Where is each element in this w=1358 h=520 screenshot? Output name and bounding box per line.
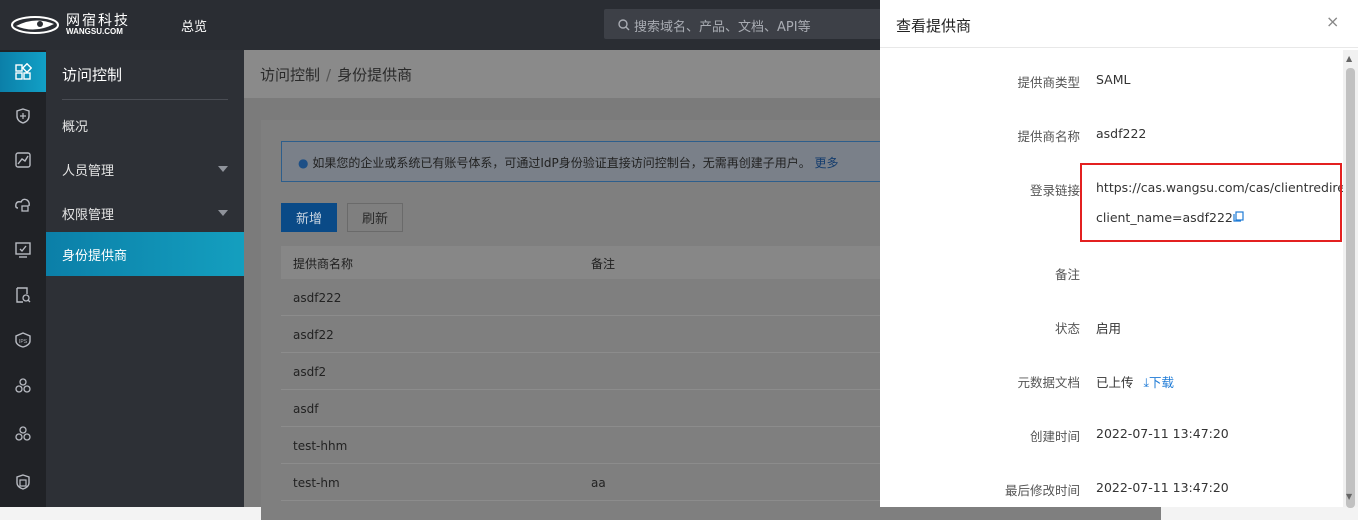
sidebar-title: 访问控制: [62, 66, 123, 84]
created-time-value: 2022-07-11 13:47:20: [1096, 426, 1229, 441]
scroll-up-icon[interactable]: ▲: [1346, 54, 1352, 63]
metadata-value: 已上传 ⤓下载: [1096, 372, 1174, 391]
metadata-label: 元数据文档: [1017, 375, 1080, 390]
search-icon: [618, 19, 630, 35]
logo-text-en: WANGSU.COM: [66, 27, 123, 36]
cell-name: asdf: [293, 402, 319, 416]
rail-chart-icon[interactable]: [0, 140, 46, 180]
sidebar-item-overview[interactable]: 概况: [46, 103, 244, 147]
cell-name: test-hm: [293, 476, 340, 490]
login-link-label: 登录链接: [1029, 183, 1080, 198]
cell-name: test-hhm: [293, 439, 348, 453]
table-row[interactable]: asdf22: [281, 316, 901, 353]
scrollbar-thumb[interactable]: [1346, 68, 1355, 508]
modified-time-value: 2022-07-11 13:47:20: [1096, 480, 1229, 495]
column-header-name: 提供商名称: [293, 257, 354, 271]
provider-type-label: 提供商类型: [1017, 75, 1080, 90]
download-label: 下载: [1149, 375, 1175, 390]
refresh-button[interactable]: 刷新: [347, 203, 403, 232]
download-link[interactable]: ⤓下载: [1144, 375, 1175, 390]
cell-name: asdf22: [293, 328, 334, 342]
sidebar-divider: [62, 99, 228, 100]
info-icon: ●: [298, 156, 309, 170]
sidebar-item-user-management[interactable]: 人员管理: [46, 147, 244, 191]
breadcrumb-parent[interactable]: 访问控制: [260, 66, 320, 84]
status-value: 启用: [1096, 321, 1122, 336]
cell-name: asdf2: [293, 365, 327, 379]
logo[interactable]: 网宿科技 WANGSU.COM: [10, 10, 150, 40]
column-header-remark: 备注: [591, 257, 616, 271]
rail-cluster-alt-icon[interactable]: [0, 414, 46, 454]
icon-rail: IPS: [0, 50, 46, 507]
provider-name-value: asdf222: [1096, 126, 1147, 141]
breadcrumb-separator: /: [326, 66, 332, 84]
highlight-box: [1080, 163, 1342, 242]
notice-text: 如果您的企业或系统已有账号体系，可通过IdP身份验证直接访问控制台，无需再创建子…: [312, 156, 811, 170]
table-row[interactable]: asdf222: [281, 279, 901, 316]
sidebar-item-identity-provider[interactable]: 身份提供商: [46, 232, 244, 276]
sidebar-item-label: 权限管理: [62, 208, 115, 223]
rail-report-search-icon[interactable]: [0, 275, 46, 315]
sidebar-item-label: 身份提供商: [62, 249, 128, 264]
modified-time-label: 最后修改时间: [1004, 483, 1080, 498]
provider-type-value: SAML: [1096, 72, 1131, 87]
drawer-header: 查看提供商 ×: [880, 0, 1358, 48]
table-row[interactable]: asdf2: [281, 353, 901, 390]
rail-shield-icon[interactable]: [0, 96, 46, 136]
scroll-down-icon[interactable]: ▼: [1346, 492, 1352, 501]
rail-cluster-icon[interactable]: [0, 366, 46, 406]
nav-overview-link[interactable]: 总览: [181, 16, 207, 35]
sidebar-item-label: 概况: [62, 120, 89, 135]
metadata-status: 已上传: [1096, 375, 1134, 390]
sidebar-item-permission-management[interactable]: 权限管理: [46, 191, 244, 235]
rail-badge-icon[interactable]: IPS: [0, 320, 46, 360]
search-input[interactable]: 搜索域名、产品、文档、API等: [604, 9, 904, 39]
notice-more-link[interactable]: 更多: [815, 156, 839, 170]
caret-down-icon: [218, 166, 228, 172]
caret-down-icon: [218, 210, 228, 216]
remark-label: 备注: [1054, 267, 1080, 282]
close-icon[interactable]: ×: [1326, 12, 1339, 31]
cell-name: asdf222: [293, 291, 342, 305]
breadcrumb-current: 身份提供商: [337, 66, 413, 84]
cell-remark: aa: [591, 476, 606, 490]
table-row[interactable]: asdf: [281, 390, 901, 427]
rail-monitor-check-icon[interactable]: [0, 230, 46, 270]
table-row[interactable]: test-hm aa: [281, 464, 901, 501]
rail-cloud-lock-icon[interactable]: [0, 185, 46, 225]
new-button[interactable]: 新增: [281, 203, 337, 232]
table-row[interactable]: test-hhm: [281, 427, 901, 464]
table-header: 提供商名称 备注: [281, 246, 901, 279]
sidebar-item-label: 人员管理: [62, 164, 115, 179]
search-placeholder: 搜索域名、产品、文档、API等: [634, 20, 811, 35]
drawer-title: 查看提供商: [896, 17, 972, 35]
status-label: 状态: [1054, 321, 1080, 336]
rail-trash-shield-icon[interactable]: [0, 462, 46, 502]
info-notice: ● 如果您的企业或系统已有账号体系，可通过IdP身份验证直接访问控制台，无需再创…: [281, 141, 901, 182]
drawer-scrollbar[interactable]: ▲ ▼: [1343, 50, 1358, 508]
view-provider-drawer: 查看提供商 × 提供商类型 SAML 提供商名称 asdf222 登录链接 ht…: [880, 0, 1358, 507]
created-time-label: 创建时间: [1029, 429, 1080, 444]
provider-name-label: 提供商名称: [1017, 129, 1080, 144]
rail-dashboard-icon[interactable]: [0, 52, 46, 92]
sidebar: 访问控制 概况 人员管理 权限管理 身份提供商: [46, 50, 244, 507]
svg-text:IPS: IPS: [19, 339, 28, 345]
logo-mark-icon: [11, 16, 59, 34]
